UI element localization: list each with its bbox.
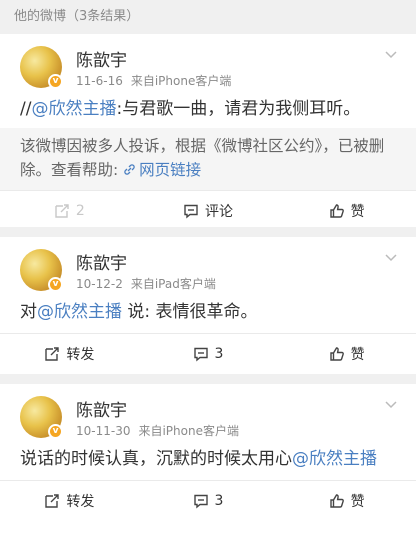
thumbs-up-icon	[329, 203, 344, 218]
weibo-post[interactable]: v 陈歆宇 11-6-16 来自iPhone客户端 //@欣然主播:与君歌一曲，请…	[0, 34, 416, 227]
post-text: //@欣然主播:与君歌一曲，请君为我侧耳听。	[0, 96, 416, 128]
repost-icon	[45, 493, 60, 508]
thumbs-up-icon	[329, 346, 344, 361]
post-date: 10-12-2	[76, 277, 123, 291]
post-text-body: 说: 表情很革命。	[122, 302, 258, 322]
help-link[interactable]: 网页链接	[123, 161, 201, 179]
username[interactable]: 陈歆宇	[76, 396, 127, 421]
weibo-post[interactable]: v 陈歆宇 10-12-2 来自iPad客户端 对@欣然主播 说: 表情很革命。 …	[0, 237, 416, 374]
chevron-down-icon[interactable]	[384, 398, 398, 412]
post-actions: 转发 3 赞	[0, 480, 416, 520]
results-header: 他的微博（3条结果）	[0, 0, 416, 34]
like-button[interactable]: 赞	[277, 201, 416, 221]
post-source: 来自iPhone客户端	[130, 74, 232, 88]
post-source: 来自iPad客户端	[130, 277, 216, 291]
repost-icon	[45, 346, 60, 361]
post-meta: 10-11-30 来自iPhone客户端	[76, 422, 239, 439]
repost-button[interactable]: 2	[0, 203, 139, 219]
repost-button[interactable]: 转发	[0, 344, 139, 364]
post-text-prefix: 说话的时候认真，沉默的时候太用心	[20, 449, 292, 469]
post-date: 10-11-30	[76, 424, 131, 438]
comment-count: 3	[214, 492, 224, 509]
post-text: 对@欣然主播 说: 表情很革命。	[0, 299, 416, 333]
post-text-prefix: 对	[20, 302, 37, 322]
like-button[interactable]: 赞	[277, 491, 416, 511]
comment-label: 评论	[205, 203, 233, 220]
comment-button[interactable]: 3	[139, 346, 278, 362]
repost-count: 2	[75, 202, 85, 219]
mention-link[interactable]: @欣然主播	[37, 302, 122, 322]
post-source: 来自iPhone客户端	[138, 424, 239, 438]
verified-badge-icon: v	[48, 277, 63, 292]
comment-button[interactable]: 3	[139, 493, 278, 509]
verified-badge-icon: v	[48, 74, 63, 89]
repost-icon	[55, 203, 69, 218]
like-button[interactable]: 赞	[277, 344, 416, 364]
comment-count: 3	[214, 345, 224, 362]
comment-icon	[193, 347, 208, 361]
repost-label: 转发	[66, 493, 95, 510]
like-label: 赞	[350, 493, 365, 510]
verified-badge-icon: v	[48, 424, 63, 439]
repost-label: 转发	[66, 346, 95, 363]
like-label: 赞	[350, 346, 365, 363]
chevron-down-icon[interactable]	[384, 48, 398, 62]
post-meta: 11-6-16 来自iPhone客户端	[76, 72, 231, 89]
post-actions: 2 评论 赞	[0, 190, 416, 230]
like-label: 赞	[350, 203, 365, 220]
link-icon	[124, 164, 135, 175]
post-actions: 转发 3 赞	[0, 333, 416, 373]
comment-icon	[184, 204, 198, 218]
help-link-label: 网页链接	[139, 161, 202, 179]
deleted-notice-text: 该微博因被多人投诉，根据《微博社区公约》，已被删除。查看帮助:	[20, 137, 385, 179]
username[interactable]: 陈歆宇	[76, 46, 127, 71]
mention-link[interactable]: @欣然主播	[292, 449, 377, 469]
post-date: 11-6-16	[76, 74, 123, 88]
post-text: 说话的时候认真，沉默的时候太用心@欣然主播	[0, 446, 416, 480]
chevron-down-icon[interactable]	[384, 251, 398, 265]
username[interactable]: 陈歆宇	[76, 249, 127, 274]
post-meta: 10-12-2 来自iPad客户端	[76, 275, 216, 292]
thumbs-up-icon	[329, 493, 344, 508]
mention-link[interactable]: @欣然主播	[31, 99, 116, 119]
weibo-post[interactable]: v 陈歆宇 10-11-30 来自iPhone客户端 说话的时候认真，沉默的时候太…	[0, 384, 416, 535]
repost-button[interactable]: 转发	[0, 491, 139, 511]
deleted-notice: 该微博因被多人投诉，根据《微博社区公约》，已被删除。查看帮助: 网页链接	[0, 128, 416, 190]
post-text-body: :与君歌一曲，请君为我侧耳听。	[116, 99, 361, 119]
comment-icon	[193, 494, 208, 508]
post-text-prefix: //	[20, 99, 32, 119]
comment-button[interactable]: 评论	[139, 201, 278, 221]
